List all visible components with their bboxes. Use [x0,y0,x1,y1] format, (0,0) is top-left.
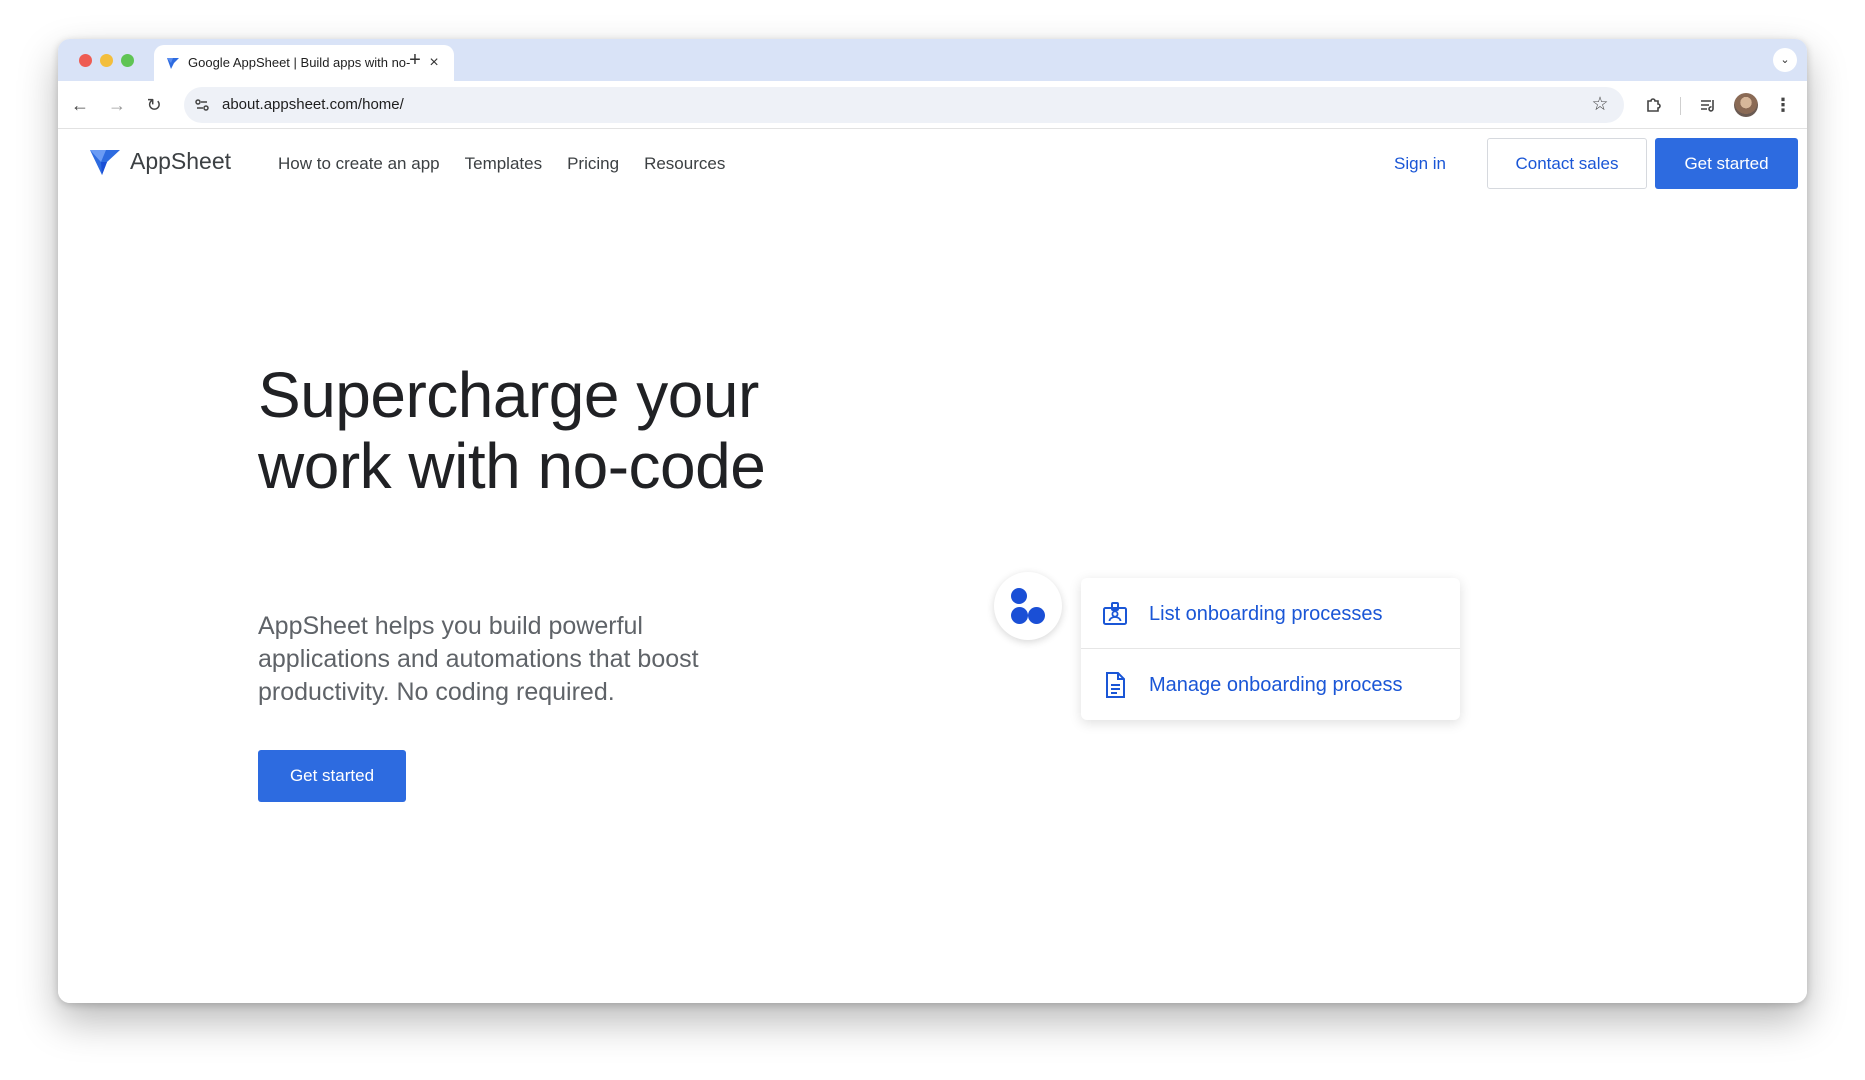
site-header: AppSheet How to create an app Templates … [58,130,1807,196]
brand-name[interactable]: AppSheet [130,148,231,175]
get-started-hero-button[interactable]: Get started [258,750,406,802]
new-tab-button[interactable]: + [404,49,426,71]
menu-icon[interactable]: ⋮ [1771,93,1795,117]
minimize-window-button[interactable] [100,54,113,67]
main-nav: How to create an app Templates Pricing R… [278,152,725,176]
contact-sales-button[interactable]: Contact sales [1487,138,1647,189]
address-bar[interactable]: about.appsheet.com/home/ ☆ [184,87,1624,123]
url-text[interactable]: about.appsheet.com/home/ [222,96,404,116]
get-started-header-button[interactable]: Get started [1655,138,1798,189]
onboarding-menu-card: List onboarding processes Manage onboard… [1081,578,1460,720]
profile-icon[interactable] [1734,93,1758,117]
reload-icon[interactable]: ↻ [142,93,166,117]
appsheet-logo-icon[interactable] [90,148,120,176]
star-icon[interactable]: ☆ [1588,93,1612,117]
nav-item-how-to-create[interactable]: How to create an app [278,152,440,176]
nav-item-resources[interactable]: Resources [644,152,725,176]
sign-in-link[interactable]: Sign in [1394,152,1446,176]
hero-subtitle: AppSheet helps you build powerful applic… [258,612,699,706]
people-avatar-bubble [994,572,1062,640]
menu-item-manage-onboarding[interactable]: Manage onboarding process [1081,649,1460,720]
page-content: AppSheet How to create an app Templates … [58,130,1807,1003]
tab-strip: Google AppSheet | Build apps with no-cod… [58,39,1807,81]
close-tab-icon[interactable]: × [424,53,444,73]
browser-window: Google AppSheet | Build apps with no-cod… [58,39,1807,1003]
maximize-window-button[interactable] [121,54,134,67]
menu-item-list-onboarding[interactable]: List onboarding processes [1081,578,1460,649]
browser-toolbar: ← → ↻ about.appsheet.com/home/ ☆ ⋮ [58,81,1807,129]
toolbar-divider [1680,97,1681,115]
extensions-icon[interactable] [1642,93,1666,117]
nav-item-pricing[interactable]: Pricing [567,152,619,176]
site-info-icon[interactable] [192,95,212,115]
close-window-button[interactable] [79,54,92,67]
document-icon [1106,672,1125,698]
nav-item-templates[interactable]: Templates [465,152,542,176]
appsheet-favicon-icon [167,58,179,69]
menu-item-label: List onboarding processes [1149,603,1383,625]
tab-search-icon[interactable]: ⌄ [1773,48,1797,72]
back-icon[interactable]: ← [68,93,92,117]
people-icon-part [1028,607,1045,624]
forward-icon[interactable]: → [105,93,129,117]
menu-item-label: Manage onboarding process [1149,674,1403,696]
id-badge-icon [1103,602,1127,625]
people-icon-part [1011,607,1028,624]
media-icon[interactable] [1696,93,1720,117]
people-icon [1011,588,1027,604]
hero-title: Supercharge your work with no-code [258,359,766,502]
tab-title: Google AppSheet | Build apps with no-cod… [188,55,410,70]
